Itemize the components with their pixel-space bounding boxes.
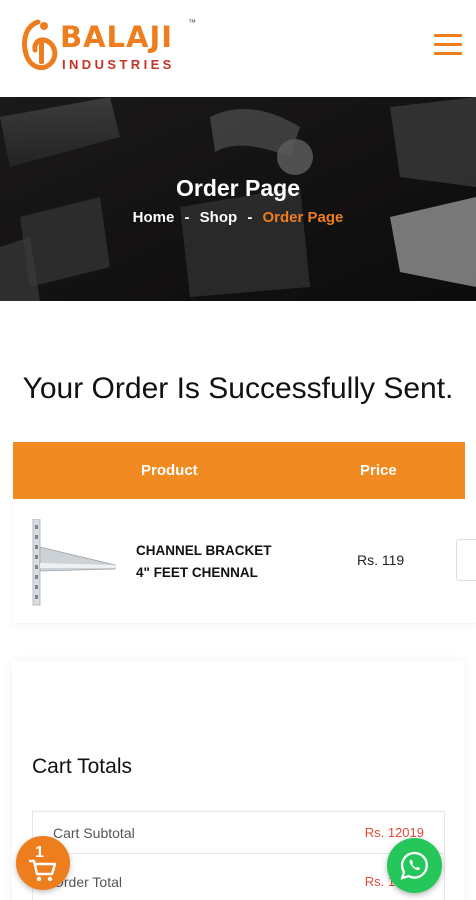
page-banner: Order Page Home - Shop - Order Page [0,97,476,301]
breadcrumb-current: Order Page [262,209,344,226]
hamburger-menu-icon[interactable] [434,34,462,58]
cart-totals-table: Cart Subtotal Rs. 12019 Order Total Rs. … [32,811,445,900]
totals-row-subtotal: Cart Subtotal Rs. 12019 [33,812,444,854]
breadcrumb-separator: - [247,209,253,226]
logo-mark-icon [22,19,58,71]
brand-subtitle: INDUSTRIES [62,57,175,72]
channel-bracket-image[interactable] [31,519,121,607]
trademark-mark: ™ [188,18,196,27]
brand-name: BALAJI [60,20,174,54]
whatsapp-icon [400,851,428,880]
breadcrumb-shop-link[interactable]: Shop [200,209,238,226]
order-table-header: Product Price [13,442,465,499]
product-name[interactable]: CHANNEL BRACKET 4" FEET CHENNAL [136,540,306,584]
product-name-line: 4" FEET CHENNAL [136,565,258,580]
product-name-line: CHANNEL BRACKET [136,543,272,558]
banner-title: Order Page [176,175,300,201]
column-header-price: Price [360,462,397,479]
table-row: CHANNEL BRACKET 4" FEET CHENNAL Rs. 119 [13,503,476,623]
breadcrumb-home-link[interactable]: Home [133,209,175,226]
breadcrumb-separator: - [184,209,190,226]
shopping-cart-icon [29,859,57,882]
column-header-product: Product [141,462,198,479]
brand-logo[interactable]: BALAJI ™ INDUSTRIES [20,18,210,78]
totals-row-order-total: Order Total Rs. 12019 [33,854,444,900]
order-success-heading: Your Order Is Successfully Sent. [22,372,454,405]
subtotal-label: Cart Subtotal [53,825,135,841]
breadcrumb: Home - Shop - Order Page [0,209,476,226]
site-header: BALAJI ™ INDUSTRIES [0,0,476,97]
floating-cart-button[interactable]: 1 [16,836,70,890]
quantity-field[interactable] [456,539,476,581]
product-price: Rs. 119 [357,552,405,568]
cart-totals-title: Cart Totals [32,755,132,778]
whatsapp-chat-button[interactable] [387,838,442,893]
